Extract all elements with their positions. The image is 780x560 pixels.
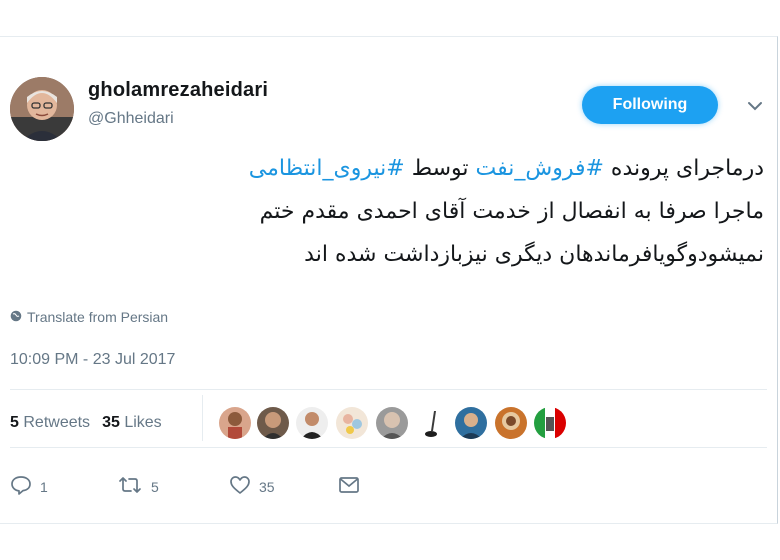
globe-icon [10, 309, 22, 325]
liker-avatar[interactable] [455, 407, 487, 439]
tweet-text-line: درماجرای پرونده #فروش_نفت توسط #نیروی_ان… [150, 147, 764, 190]
retweets-label: Retweets [23, 414, 91, 431]
like-count: 35 [259, 478, 275, 495]
engagement-stats: 5 Retweets 35 Likes [10, 414, 162, 432]
message-icon [338, 475, 360, 498]
divider [202, 395, 203, 441]
liker-avatar[interactable] [376, 407, 408, 439]
tweet-text-segment: درماجرای پرونده [603, 156, 764, 181]
likes-stat[interactable]: 35 Likes [102, 414, 162, 431]
liker-avatar[interactable] [495, 407, 527, 439]
timestamp[interactable]: 10:09 PM - 23 Jul 2017 [10, 351, 175, 369]
liker-avatar[interactable] [336, 407, 368, 439]
retweet-count: 5 [151, 478, 159, 495]
tweet-text-segment: توسط [404, 156, 476, 181]
liker-avatar[interactable] [296, 407, 328, 439]
liker-avatar[interactable] [219, 407, 251, 439]
tweet-text: درماجرای پرونده #فروش_نفت توسط #نیروی_ان… [150, 147, 764, 276]
like-button[interactable]: 35 [229, 475, 275, 498]
liker-avatar[interactable] [257, 407, 289, 439]
user-handle[interactable]: @Ghheidari [88, 110, 174, 128]
retweet-icon [117, 475, 143, 498]
tweet-card: gholamrezaheidari @Ghheidari Following د… [0, 36, 778, 524]
retweets-count: 5 [10, 414, 19, 431]
tweet-text-segment: ماجرا صرفا به انفصال از خدمت آقای احمدی … [259, 199, 764, 224]
following-button[interactable]: Following [582, 86, 718, 124]
avatar[interactable] [10, 77, 74, 141]
tweet-text-line: نمیشودوگویافرماندهان دیگری نیزبازداشت شد… [150, 233, 764, 276]
reply-button[interactable]: 1 [10, 475, 48, 498]
direct-message-button[interactable] [338, 475, 360, 498]
heart-icon [229, 475, 251, 498]
display-name[interactable]: gholamrezaheidari [88, 79, 268, 102]
translate-link[interactable]: Translate from Persian [10, 309, 168, 325]
divider [10, 447, 767, 448]
liker-avatar[interactable] [534, 407, 566, 439]
tweet-text-segment: نمیشودوگویافرماندهان دیگری نیزبازداشت شد… [304, 242, 764, 267]
retweets-stat[interactable]: 5 Retweets [10, 414, 90, 431]
hashtag-link[interactable]: #نیروی_انتظامی [249, 156, 405, 181]
tweet-text-line: ماجرا صرفا به انفصال از خدمت آقای احمدی … [150, 190, 764, 233]
reply-icon [10, 475, 32, 498]
retweet-button[interactable]: 5 [117, 475, 159, 498]
reply-count: 1 [40, 478, 48, 495]
likes-label: Likes [124, 414, 162, 431]
divider [10, 389, 767, 390]
translate-label[interactable]: Translate from Persian [27, 309, 168, 325]
liker-avatar[interactable] [416, 407, 448, 439]
hashtag-link[interactable]: #فروش_نفت [476, 156, 604, 181]
chevron-down-icon[interactable] [744, 95, 766, 117]
likes-count: 35 [102, 414, 120, 431]
